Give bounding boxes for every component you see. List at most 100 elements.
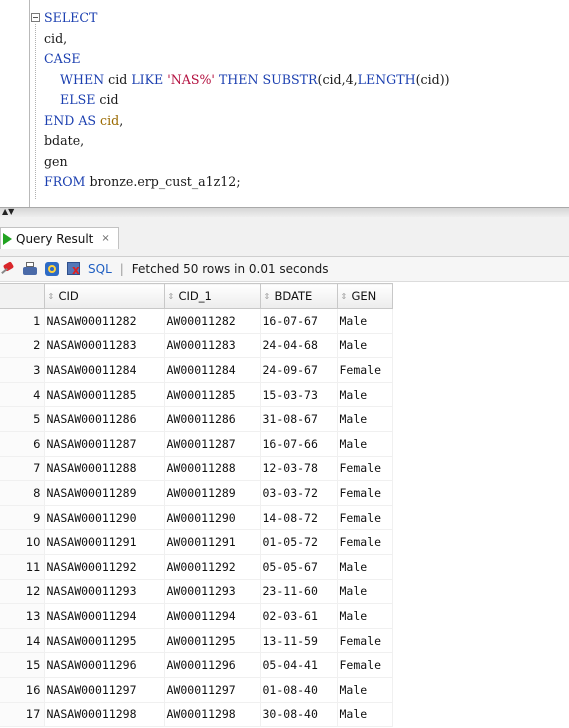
cell-bdate[interactable]: 24-09-67	[260, 357, 338, 383]
cell-cid-1[interactable]: AW00011292	[164, 554, 261, 580]
cell-bdate[interactable]: 03-03-72	[260, 480, 338, 506]
cell-bdate[interactable]: 01-05-72	[260, 529, 338, 555]
cell-cid-1[interactable]: AW00011285	[164, 382, 261, 408]
cell-bdate[interactable]: 24-04-68	[260, 333, 338, 359]
cell-gen[interactable]: Male	[337, 603, 393, 629]
cell-gen[interactable]: Female	[337, 505, 393, 531]
cell-cid-1[interactable]: AW00011295	[164, 628, 261, 654]
code-line[interactable]: SELECT	[44, 8, 450, 29]
cell-cid[interactable]: NASAW00011295	[44, 628, 165, 654]
cell-bdate[interactable]: 12-03-78	[260, 456, 338, 482]
cell-cid[interactable]: NASAW00011294	[44, 603, 165, 629]
cell-gen[interactable]: Male	[337, 308, 393, 334]
close-icon[interactable]: ×	[101, 233, 109, 244]
cell-bdate[interactable]: 14-08-72	[260, 505, 338, 531]
cell-gen[interactable]: Female	[337, 529, 393, 555]
column-header-bdate[interactable]: ⇕ BDATE	[259, 283, 338, 309]
cell-gen[interactable]: Male	[337, 702, 393, 728]
cell-cid[interactable]: NASAW00011286	[44, 406, 165, 432]
cancel-query-icon[interactable]: x	[66, 261, 82, 277]
column-header-cid-1[interactable]: ⇕ CID_1	[163, 283, 261, 309]
code-line[interactable]: CASE	[44, 49, 450, 70]
table-row[interactable]: 1 NASAW00011282 AW00011282 16-07-67 Male	[0, 308, 393, 334]
printer-icon[interactable]	[22, 261, 38, 277]
table-row[interactable]: 7 NASAW00011288 AW00011288 12-03-78 Female	[0, 456, 393, 482]
table-row[interactable]: 14 NASAW00011295 AW00011295 13-11-59 Female	[0, 628, 393, 654]
cell-bdate[interactable]: 01-08-40	[260, 677, 338, 703]
table-row[interactable]: 5 NASAW00011286 AW00011286 31-08-67 Male	[0, 406, 393, 432]
sql-button[interactable]: SQL	[88, 262, 112, 276]
cell-cid-1[interactable]: AW00011296	[164, 652, 261, 678]
cell-cid[interactable]: NASAW00011296	[44, 652, 165, 678]
cell-cid-1[interactable]: AW00011293	[164, 579, 261, 605]
table-row[interactable]: 8 NASAW00011289 AW00011289 03-03-72 Female	[0, 480, 393, 506]
cell-cid-1[interactable]: AW00011294	[164, 603, 261, 629]
cell-gen[interactable]: Female	[337, 652, 393, 678]
cell-bdate[interactable]: 30-08-40	[260, 702, 338, 728]
table-row[interactable]: 15 NASAW00011296 AW00011296 05-04-41 Female	[0, 652, 393, 678]
code-line[interactable]: cid,	[44, 29, 450, 50]
sort-icon[interactable]: ⇕	[168, 292, 176, 300]
cell-cid[interactable]: NASAW00011289	[44, 480, 165, 506]
collapse-icon[interactable]	[31, 13, 40, 22]
table-row[interactable]: 6 NASAW00011287 AW00011287 16-07-66 Male	[0, 431, 393, 457]
cell-gen[interactable]: Male	[337, 677, 393, 703]
sort-icon[interactable]: ⇕	[48, 292, 56, 300]
table-row[interactable]: 16 NASAW00011297 AW00011297 01-08-40 Male	[0, 677, 393, 703]
cell-cid-1[interactable]: AW00011283	[164, 333, 261, 359]
cell-cid-1[interactable]: AW00011288	[164, 456, 261, 482]
cell-bdate[interactable]: 05-05-67	[260, 554, 338, 580]
cell-bdate[interactable]: 15-03-73	[260, 382, 338, 408]
cell-cid[interactable]: NASAW00011291	[44, 529, 165, 555]
code-line[interactable]: ELSE cid	[44, 90, 450, 111]
cell-cid-1[interactable]: AW00011282	[164, 308, 261, 334]
cell-bdate[interactable]: 31-08-67	[260, 406, 338, 432]
code-line[interactable]: bdate,	[44, 131, 450, 152]
cell-gen[interactable]: Male	[337, 382, 393, 408]
table-row[interactable]: 9 NASAW00011290 AW00011290 14-08-72 Female	[0, 505, 393, 531]
code-line[interactable]: gen	[44, 152, 450, 173]
cell-gen[interactable]: Male	[337, 406, 393, 432]
table-row[interactable]: 4 NASAW00011285 AW00011285 15-03-73 Male	[0, 382, 393, 408]
table-row[interactable]: 10 NASAW00011291 AW00011291 01-05-72 Female	[0, 529, 393, 555]
sort-icon[interactable]: ⇕	[264, 292, 272, 300]
sort-icon[interactable]: ⇕	[341, 292, 349, 300]
cell-gen[interactable]: Male	[337, 579, 393, 605]
splitter-arrows-icon[interactable]: ▲▼	[2, 208, 14, 216]
cell-bdate[interactable]: 02-03-61	[260, 603, 338, 629]
cell-gen[interactable]: Female	[337, 480, 393, 506]
table-row[interactable]: 12 NASAW00011293 AW00011293 23-11-60 Male	[0, 579, 393, 605]
table-row[interactable]: 11 NASAW00011292 AW00011292 05-05-67 Male	[0, 554, 393, 580]
cell-bdate[interactable]: 16-07-67	[260, 308, 338, 334]
cell-cid[interactable]: NASAW00011298	[44, 702, 165, 728]
pane-splitter[interactable]: ▲▼	[0, 207, 569, 217]
cell-cid[interactable]: NASAW00011284	[44, 357, 165, 383]
cell-cid-1[interactable]: AW00011291	[164, 529, 261, 555]
cell-bdate[interactable]: 05-04-41	[260, 652, 338, 678]
cell-gen[interactable]: Male	[337, 554, 393, 580]
code-line[interactable]: WHEN cid LIKE 'NAS%' THEN SUBSTR(cid,4,L…	[44, 70, 450, 91]
cell-cid-1[interactable]: AW00011297	[164, 677, 261, 703]
table-row[interactable]: 3 NASAW00011284 AW00011284 24-09-67 Female	[0, 357, 393, 383]
pin-icon[interactable]	[0, 261, 16, 277]
cell-bdate[interactable]: 16-07-66	[260, 431, 338, 457]
cell-cid[interactable]: NASAW00011287	[44, 431, 165, 457]
table-row[interactable]: 17 NASAW00011298 AW00011298 30-08-40 Male	[0, 702, 393, 728]
cell-cid[interactable]: NASAW00011285	[44, 382, 165, 408]
cell-cid-1[interactable]: AW00011289	[164, 480, 261, 506]
sql-editor[interactable]: SELECT cid, CASE WHEN cid LIKE 'NAS%' THEN…	[0, 0, 569, 207]
code-text[interactable]: SELECT cid, CASE WHEN cid LIKE 'NAS%' THEN…	[44, 8, 450, 193]
result-grid[interactable]: ⇕ CID ⇕ CID_1 ⇕ BDATE ⇕ GEN 1 NASAW00011282 AW…	[0, 283, 569, 728]
column-header-gen[interactable]: ⇕ GEN	[336, 283, 393, 309]
cell-cid[interactable]: NASAW00011292	[44, 554, 165, 580]
refresh-icon[interactable]	[44, 261, 60, 277]
table-row[interactable]: 13 NASAW00011294 AW00011294 02-03-61 Male	[0, 603, 393, 629]
cell-bdate[interactable]: 13-11-59	[260, 628, 338, 654]
cell-cid[interactable]: NASAW00011290	[44, 505, 165, 531]
cell-gen[interactable]: Female	[337, 628, 393, 654]
tab-query-result[interactable]: Query Result ×	[0, 227, 119, 249]
cell-bdate[interactable]: 23-11-60	[260, 579, 338, 605]
cell-cid[interactable]: NASAW00011297	[44, 677, 165, 703]
code-line[interactable]: FROM bronze.erp_cust_a1z12;	[44, 172, 450, 193]
cell-gen[interactable]: Male	[337, 333, 393, 359]
